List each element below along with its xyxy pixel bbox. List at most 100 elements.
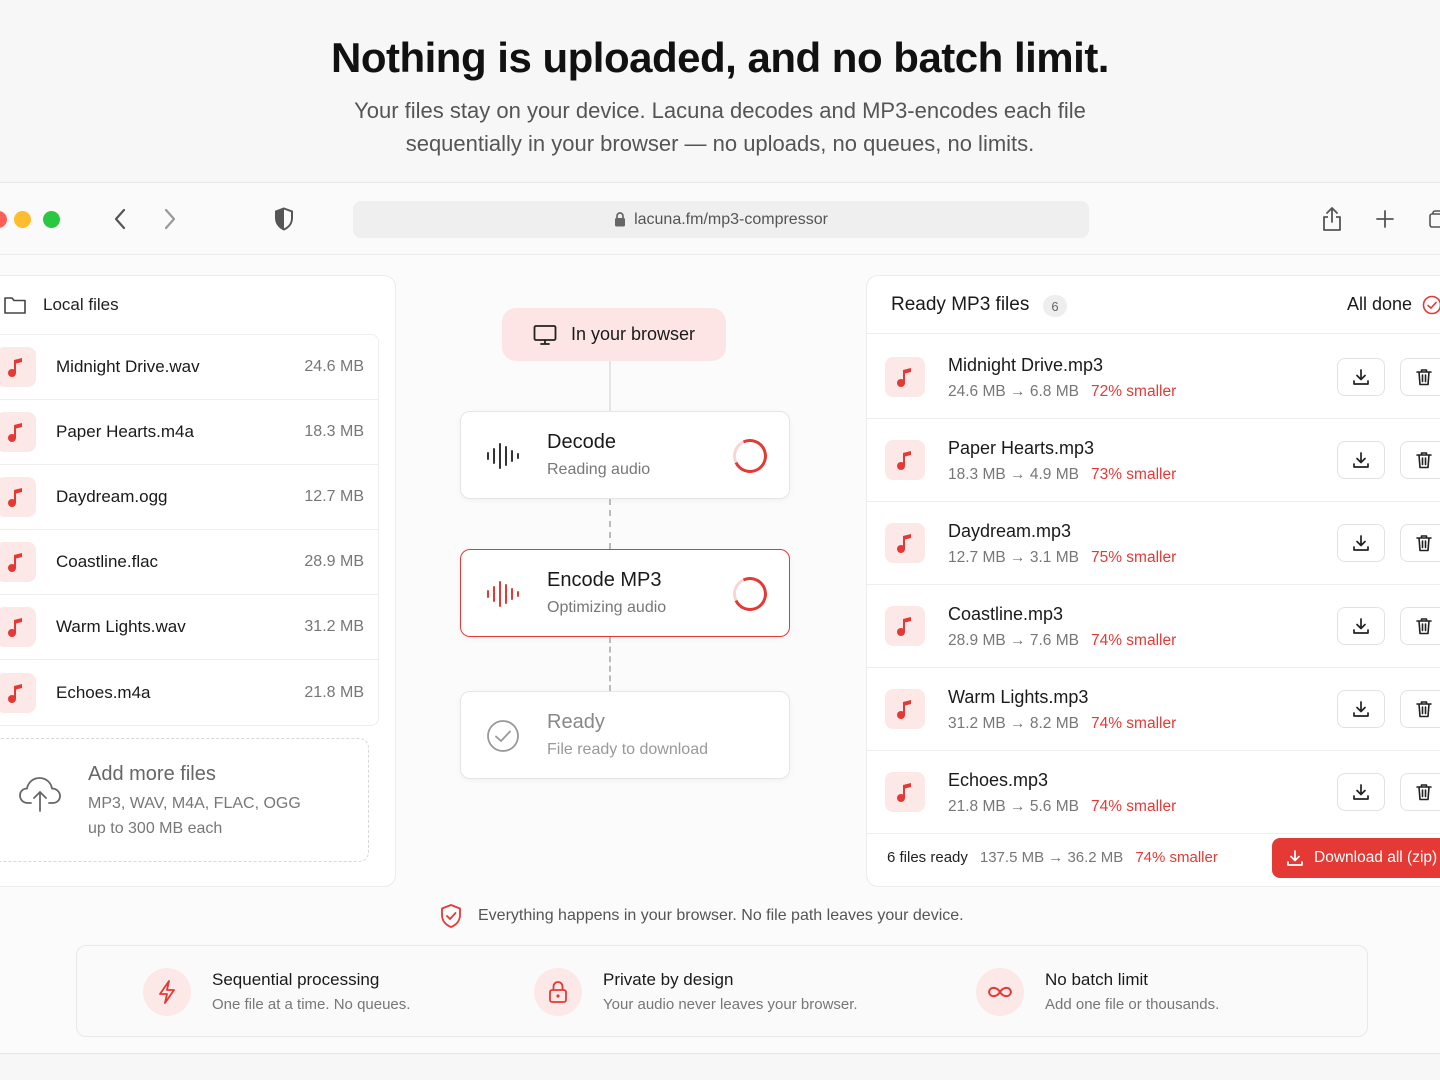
delete-button[interactable]	[1400, 524, 1440, 562]
ready-file-stats: 24.6 MB → 6.8 MB 72% smaller	[948, 383, 1177, 400]
size-saving: 74% smaller	[1090, 632, 1177, 649]
encode-step-title: Encode MP3	[547, 569, 662, 591]
privacy-note: Everything happens in your browser. No f…	[440, 903, 964, 929]
padlock-icon	[534, 968, 582, 1016]
encode-step: Encode MP3 Optimizing audio	[460, 549, 790, 637]
size-before: 12.7 MB	[948, 549, 1006, 566]
total-after: 36.2 MB	[1067, 849, 1124, 866]
forward-icon[interactable]	[156, 205, 184, 233]
download-button[interactable]	[1337, 524, 1385, 562]
local-file-row[interactable]: Daydream.ogg 12.7 MB	[0, 465, 378, 530]
music-note-icon	[885, 357, 925, 397]
local-file-size: 21.8 MB	[304, 683, 364, 701]
local-file-row[interactable]: Coastline.flac 28.9 MB	[0, 530, 378, 595]
download-all-button[interactable]: Download all (zip)	[1272, 838, 1440, 878]
back-icon[interactable]	[106, 205, 134, 233]
music-note-icon	[0, 672, 36, 713]
ready-file-stats: 12.7 MB → 3.1 MB 75% smaller	[948, 549, 1177, 566]
ready-file-stats: 28.9 MB → 7.6 MB 74% smaller	[948, 632, 1177, 649]
decode-step-subtitle: Reading audio	[547, 461, 651, 478]
download-all-label: Download all (zip)	[1314, 849, 1438, 866]
feature-subtitle: One file at a time. No queues.	[212, 996, 411, 1013]
size-after: 7.6 MB	[1029, 632, 1079, 649]
delete-button[interactable]	[1400, 773, 1440, 811]
share-icon[interactable]	[1318, 205, 1346, 233]
new-tab-icon[interactable]	[1371, 205, 1399, 233]
delete-button[interactable]	[1400, 690, 1440, 728]
loading-spinner-icon	[728, 572, 772, 616]
delete-button[interactable]	[1400, 441, 1440, 479]
hero-subtitle-line-2: sequentially in your browser — no upload…	[405, 131, 1035, 156]
pipeline-connector	[609, 637, 611, 691]
local-file-row[interactable]: Midnight Drive.wav 24.6 MB	[0, 335, 378, 400]
delete-button[interactable]	[1400, 358, 1440, 396]
minimize-window-button[interactable]	[14, 211, 31, 228]
download-icon	[1287, 850, 1303, 866]
download-button[interactable]	[1337, 441, 1385, 479]
delete-button[interactable]	[1400, 607, 1440, 645]
maximize-window-button[interactable]	[43, 211, 60, 228]
size-after: 6.8 MB	[1029, 383, 1079, 400]
local-file-name: Warm Lights.wav	[56, 617, 186, 636]
trash-icon	[1416, 535, 1432, 552]
size-saving: 73% smaller	[1090, 466, 1177, 483]
ready-file-stats: 18.3 MB → 4.9 MB 73% smaller	[948, 466, 1177, 483]
files-ready-count: 6 files ready	[887, 849, 968, 866]
local-file-row[interactable]: Warm Lights.wav 31.2 MB	[0, 595, 378, 660]
download-button[interactable]	[1337, 607, 1385, 645]
ready-file-row: Daydream.mp3 12.7 MB → 3.1 MB 75% smaller	[867, 502, 1440, 585]
local-file-size: 31.2 MB	[304, 618, 364, 635]
size-saving: 74% smaller	[1090, 715, 1177, 732]
ready-file-row: Coastline.mp3 28.9 MB → 7.6 MB 74% smalle…	[867, 585, 1440, 668]
shield-privacy-icon[interactable]	[270, 205, 298, 233]
features-strip: Sequential processing One file at a time…	[76, 945, 1368, 1037]
browser-window: lacuna.fm/mp3-compressor Local files Mid…	[0, 182, 1440, 1054]
feature-title: No batch limit	[1045, 970, 1148, 989]
add-files-formats: MP3, WAV, M4A, FLAC, OGG	[88, 795, 301, 812]
ready-step-subtitle: File ready to download	[547, 741, 708, 758]
music-note-icon	[885, 772, 925, 812]
local-file-name: Echoes.m4a	[56, 682, 151, 702]
download-icon	[1353, 369, 1369, 385]
local-file-row[interactable]: Paper Hearts.m4a 18.3 MB	[0, 400, 378, 465]
ready-files-footer: 6 files ready 137.5 MB → 36.2 MB 74% small…	[867, 828, 1440, 886]
local-file-size: 28.9 MB	[304, 553, 364, 570]
size-before: 21.8 MB	[948, 798, 1006, 815]
ready-files-panel: Ready MP3 files 6 All done Midnight Driv…	[866, 275, 1440, 887]
address-bar[interactable]: lacuna.fm/mp3-compressor	[353, 201, 1089, 238]
size-saving: 74% smaller	[1090, 798, 1177, 815]
add-files-dropzone[interactable]: Add more files MP3, WAV, M4A, FLAC, OGG …	[0, 738, 369, 862]
size-before: 18.3 MB	[948, 466, 1006, 483]
all-done-status: All done	[1347, 294, 1440, 315]
music-note-icon	[885, 440, 925, 480]
download-button[interactable]	[1337, 358, 1385, 396]
download-icon	[1353, 452, 1369, 468]
local-files-header: Local files	[0, 276, 395, 334]
local-file-row[interactable]: Echoes.m4a 21.8 MB	[0, 660, 378, 725]
check-circle-icon	[1422, 295, 1440, 314]
music-note-icon	[885, 523, 925, 563]
ready-file-name: Echoes.mp3	[948, 770, 1049, 790]
lightning-icon	[143, 968, 191, 1016]
download-button[interactable]	[1337, 690, 1385, 728]
size-after: 4.9 MB	[1029, 466, 1079, 483]
trash-icon	[1416, 369, 1432, 386]
add-files-title: Add more files	[88, 763, 216, 785]
close-window-button[interactable]	[0, 211, 7, 228]
ready-files-header: Ready MP3 files 6 All done	[867, 276, 1440, 334]
feature-title: Private by design	[603, 970, 734, 989]
download-button[interactable]	[1337, 773, 1385, 811]
add-files-limit: up to 300 MB each	[88, 820, 223, 837]
check-circle-icon	[485, 718, 521, 759]
ready-files-title: Ready MP3 files	[891, 294, 1030, 315]
shield-check-icon	[441, 904, 461, 928]
decode-step-title: Decode	[547, 431, 616, 453]
in-browser-label: In your browser	[570, 324, 696, 344]
ready-file-name: Midnight Drive.mp3	[948, 355, 1104, 375]
decode-step: Decode Reading audio	[460, 411, 790, 499]
local-file-list: Midnight Drive.wav 24.6 MB Paper Hearts.…	[0, 334, 379, 726]
feature-subtitle: Add one file or thousands.	[1045, 996, 1220, 1013]
tab-overview-icon[interactable]	[1424, 205, 1440, 233]
browser-toolbar: lacuna.fm/mp3-compressor	[0, 183, 1440, 255]
feature-subtitle: Your audio never leaves your browser.	[603, 996, 858, 1013]
